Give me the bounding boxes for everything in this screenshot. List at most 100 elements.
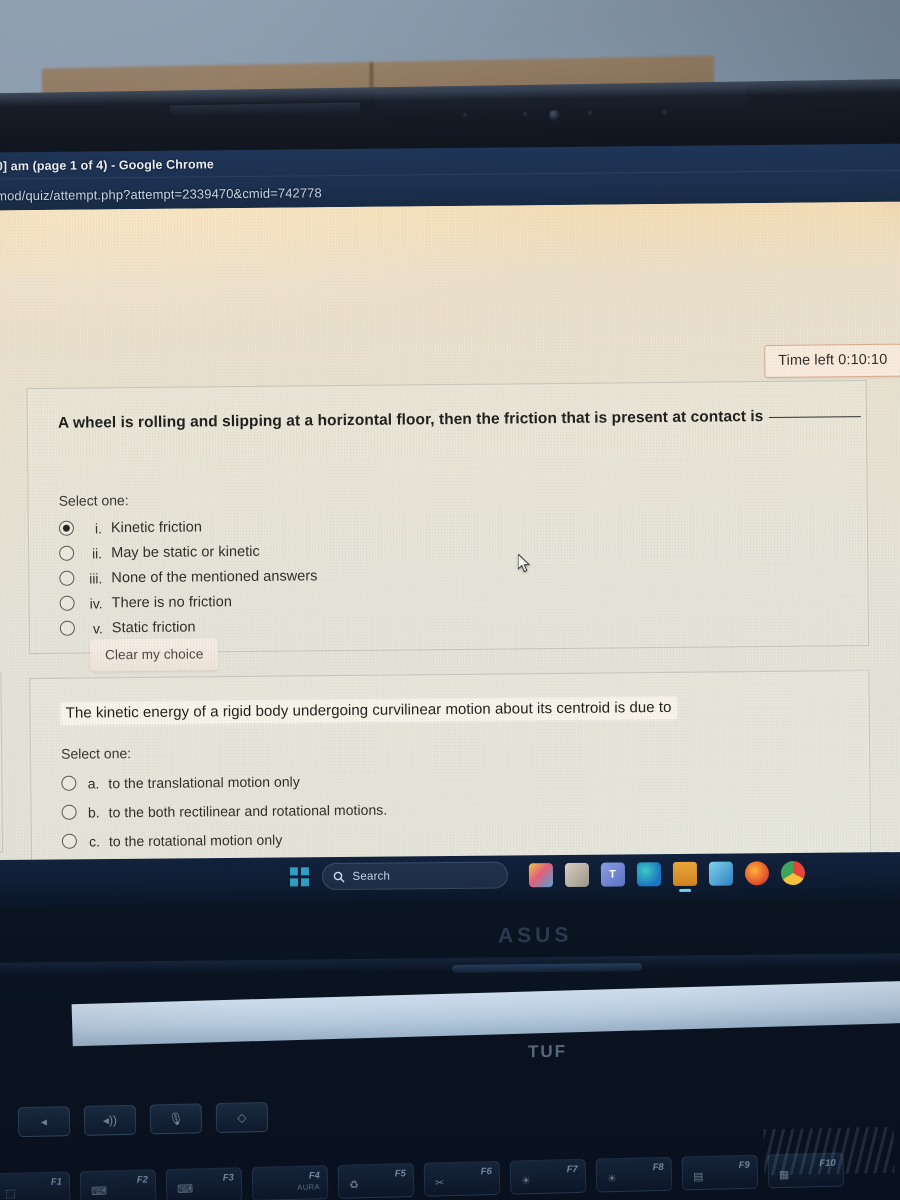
option-row-a[interactable]: a. to the translational motion only xyxy=(61,766,401,798)
file-explorer-icon[interactable] xyxy=(672,861,697,886)
f8-label: F8 xyxy=(652,1161,664,1174)
option-row-i[interactable]: i. Kinetic friction xyxy=(58,513,317,540)
radio-c[interactable] xyxy=(61,833,77,849)
option-row-c[interactable]: c. to the rotational motion only xyxy=(61,824,402,856)
palm-rest-edge xyxy=(71,979,900,1047)
question-1-text: A wheel is rolling and slipping at a hor… xyxy=(58,407,861,433)
option-row-iii[interactable]: iii. None of the mentioned answers xyxy=(59,563,318,590)
address-bar-url[interactable]: mod/quiz/attempt.php?attempt=2339470&cmi… xyxy=(0,185,322,203)
f3-label: F3 xyxy=(222,1172,235,1184)
key-f6[interactable]: ✂ F6 xyxy=(423,1160,501,1197)
mail-icon[interactable] xyxy=(708,861,733,886)
option-label-ii: May be static or kinetic xyxy=(111,543,260,561)
microphone-icon: 🎙 xyxy=(168,1111,184,1127)
start-button-icon[interactable] xyxy=(289,867,309,887)
f6-label: F6 xyxy=(480,1166,492,1178)
radio-iv[interactable] xyxy=(59,595,75,611)
option-key-a: a. xyxy=(87,774,100,792)
option-label-iv: There is no friction xyxy=(111,593,232,611)
teams-icon[interactable]: T xyxy=(600,861,625,887)
windows-taskbar: Search T xyxy=(0,851,900,907)
key-f2[interactable]: ⌨ F2 xyxy=(79,1169,157,1200)
sensor-dot-mid xyxy=(523,112,527,116)
key-f7[interactable]: ☀ F7 xyxy=(509,1158,587,1195)
sensor-dot-left xyxy=(463,113,467,117)
volume-up-icon: ◂)) xyxy=(102,1113,118,1128)
base-lip xyxy=(0,953,900,977)
option-key-ii: ii. xyxy=(91,544,103,561)
mic-mute-key[interactable]: 🎙 xyxy=(149,1103,203,1135)
option-key-iii: iii. xyxy=(89,569,103,586)
f3-glyph: ⌨ xyxy=(177,1183,194,1196)
browser-tab-title[interactable]: 0] am (page 1 of 4) - Google Chrome xyxy=(0,157,214,173)
key-f5[interactable]: ♻ F5 xyxy=(337,1163,415,1199)
question-2-stem: The kinetic energy of a rigid body under… xyxy=(60,696,677,725)
option-key-v: v. xyxy=(92,619,103,636)
option-label-v: Static friction xyxy=(111,618,196,636)
option-label-c: to the rotational motion only xyxy=(108,831,283,849)
task-view-icon[interactable] xyxy=(564,862,589,887)
f8-glyph: ☀ xyxy=(606,1173,618,1186)
key-f9[interactable]: ▤ F9 xyxy=(681,1154,759,1191)
question-1-select-prompt: Select one: xyxy=(58,492,129,509)
question-1-stem: A wheel is rolling and slipping at a hor… xyxy=(57,408,764,432)
option-row-b[interactable]: b. to the both rectilinear and rotationa… xyxy=(61,795,401,827)
option-key-b: b. xyxy=(87,803,100,821)
taskbar-search-box[interactable]: Search xyxy=(321,861,508,891)
search-icon xyxy=(333,871,345,882)
question-card-1: A wheel is rolling and slipping at a hor… xyxy=(26,380,870,672)
laptop-base: ASUS TUF ◂ ◂)) 🎙 ◇ ⬚ F1 ⌨ F2 ⌨ F3 F4 AUR… xyxy=(0,896,900,1200)
f9-glyph: ▤ xyxy=(692,1170,704,1184)
clear-my-choice-button[interactable]: Clear my choice xyxy=(89,638,219,672)
f4-aura-label: AURA xyxy=(297,1182,321,1192)
question-1-options: i. Kinetic friction ii. May be static or… xyxy=(58,513,318,640)
f5-label: F5 xyxy=(394,1168,406,1180)
f7-glyph: ☀ xyxy=(520,1175,532,1188)
photo-of-laptop-screen: 0] am (page 1 of 4) - Google Chrome mod/… xyxy=(0,0,900,1200)
radio-b[interactable] xyxy=(61,804,77,820)
radio-i[interactable] xyxy=(58,520,74,536)
option-row-iv[interactable]: iv. There is no friction xyxy=(59,588,318,615)
key-f4[interactable]: F4 AURA xyxy=(251,1165,329,1200)
question-2-text: The kinetic energy of a rigid body under… xyxy=(60,696,677,725)
tuf-brand-mark: TUF xyxy=(528,1041,568,1062)
key-f8[interactable]: ☀ F8 xyxy=(595,1156,673,1193)
keyboard-vent xyxy=(763,1126,895,1176)
question-2-options: a. to the translational motion only b. t… xyxy=(61,766,402,871)
volume-down-key[interactable]: ◂ xyxy=(17,1106,71,1138)
edge-icon[interactable] xyxy=(636,861,661,886)
option-row-v[interactable]: v. Static friction xyxy=(59,613,318,640)
option-key-c: c. xyxy=(88,832,100,850)
radio-iii[interactable] xyxy=(59,570,75,586)
f2-label: F2 xyxy=(136,1174,149,1186)
volume-down-icon: ◂ xyxy=(40,1114,48,1129)
f6-glyph: ✂ xyxy=(434,1177,445,1190)
key-f1[interactable]: ⬚ F1 xyxy=(0,1171,71,1200)
quiz-timer: Time left 0:10:10 xyxy=(764,343,900,378)
hinge-tab xyxy=(451,963,643,973)
radio-v[interactable] xyxy=(59,620,75,636)
f1-label: F1 xyxy=(50,1176,63,1188)
radio-ii[interactable] xyxy=(59,545,75,561)
chrome-icon[interactable] xyxy=(780,860,805,885)
volume-up-key[interactable]: ◂)) xyxy=(83,1104,137,1136)
f4-label: F4 xyxy=(308,1170,320,1182)
option-label-iii: None of the mentioned answers xyxy=(111,567,318,586)
f9-label: F9 xyxy=(738,1159,750,1172)
copilot-icon[interactable] xyxy=(528,862,553,887)
offscreen-panel-stub xyxy=(0,672,4,854)
taskbar-search-label: Search xyxy=(352,870,391,883)
radio-a[interactable] xyxy=(61,775,77,791)
option-row-ii[interactable]: ii. May be static or kinetic xyxy=(59,538,317,565)
f2-glyph: ⌨ xyxy=(91,1185,108,1198)
key-f3[interactable]: ⌨ F3 xyxy=(165,1167,243,1200)
armoury-crate-key[interactable]: ◇ xyxy=(215,1101,269,1134)
f1-glyph: ⬚ xyxy=(5,1187,16,1200)
mouse-cursor-icon xyxy=(518,554,531,573)
firefox-icon[interactable] xyxy=(744,860,769,885)
sensor-dot-far xyxy=(662,110,667,115)
option-label-i: Kinetic friction xyxy=(110,518,203,536)
moodle-quiz-page: Time left 0:10:10 A wheel is rolling and… xyxy=(0,201,900,871)
question-card-2: The kinetic energy of a rigid body under… xyxy=(29,670,872,871)
taskbar-icon-group: T xyxy=(528,860,805,887)
